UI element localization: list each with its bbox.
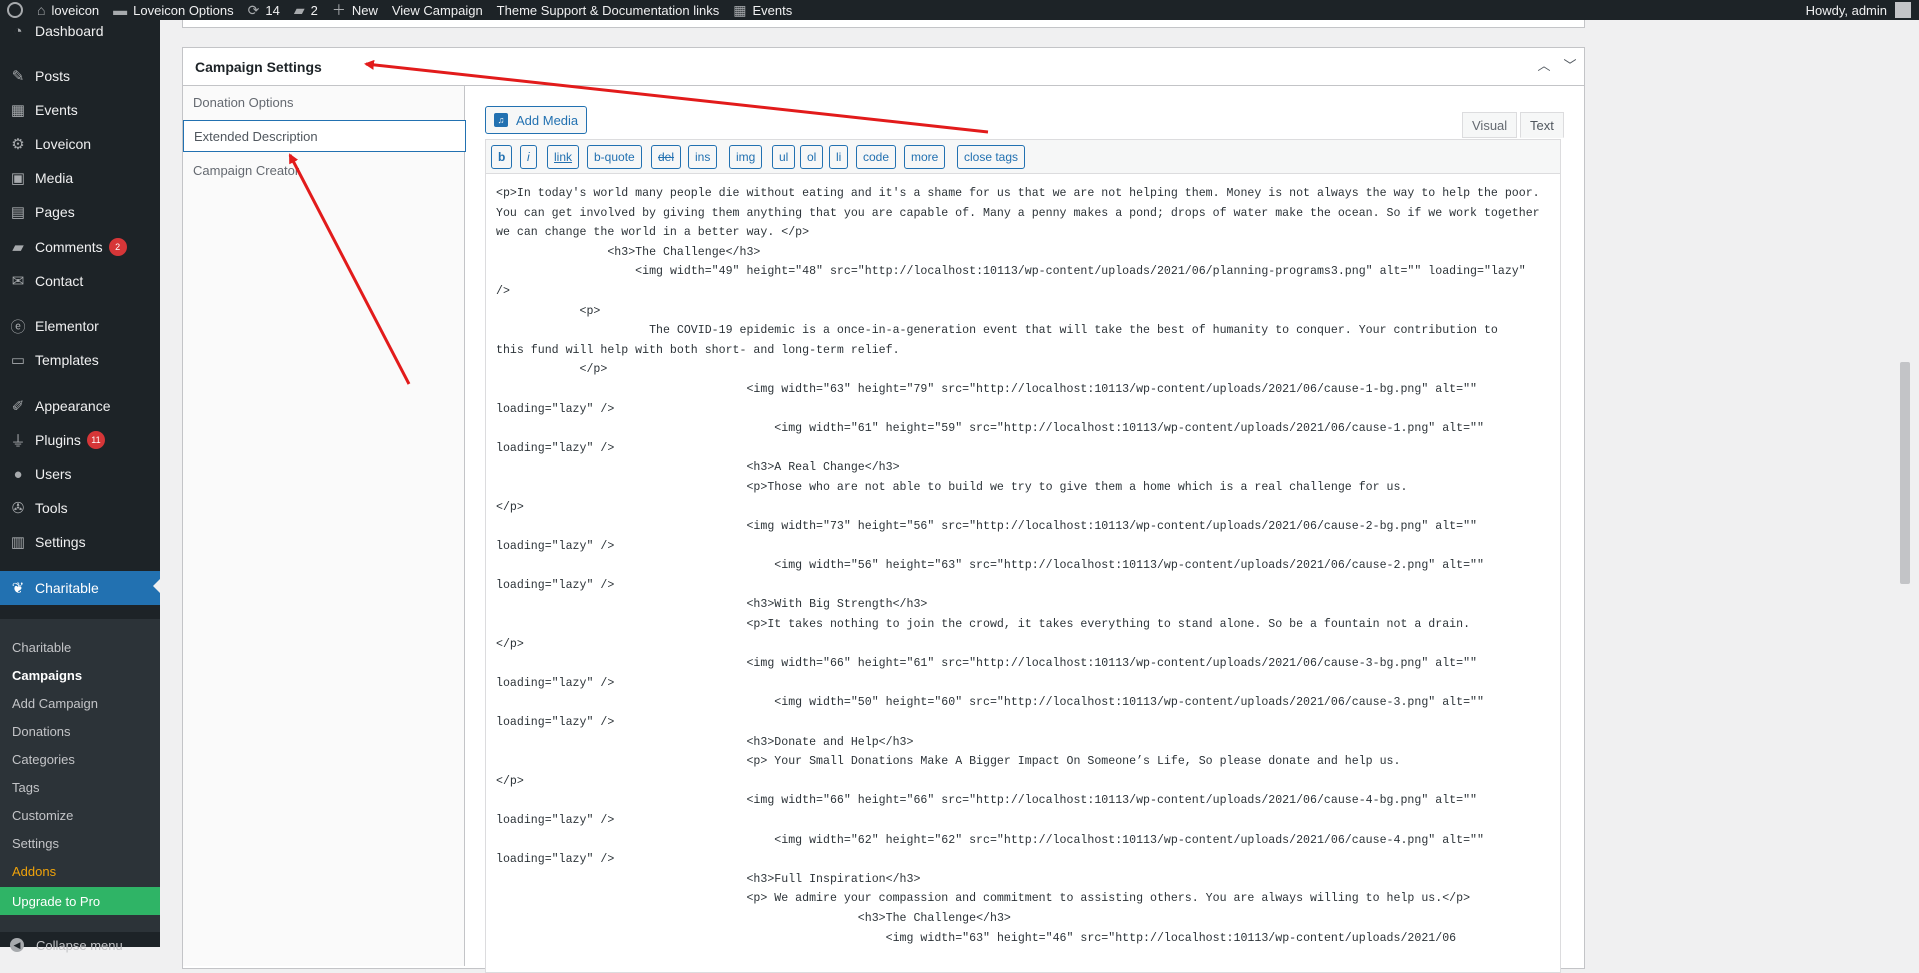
sidebar-item-posts[interactable]: ✎ Posts [0, 62, 160, 90]
view-campaign-link[interactable]: View Campaign [385, 0, 490, 20]
wrench-icon: ✇ [11, 500, 25, 517]
tab-visual[interactable]: Visual [1462, 112, 1518, 138]
sidebar-item-users[interactable]: ● Users [0, 460, 160, 488]
quicktag-ul-button[interactable]: ul [772, 145, 796, 169]
calendar-icon: ▦ [733, 2, 747, 18]
metabox-title: Campaign Settings [195, 59, 322, 75]
submenu-add-campaign[interactable]: Add Campaign [12, 696, 98, 711]
quicktag-bquote-button[interactable]: b-quote [587, 145, 642, 169]
charitable-submenu: Charitable Campaigns Add Campaign Donati… [0, 619, 160, 932]
sidebar-item-plugins[interactable]: ⏚ Plugins 11 [0, 426, 160, 454]
quicktag-italic-button[interactable]: i [520, 145, 537, 169]
sidebar-item-templates[interactable]: ▭ Templates [0, 346, 160, 374]
tab-text[interactable]: Text [1520, 112, 1564, 138]
submenu-categories[interactable]: Categories [12, 752, 75, 767]
submenu-customize[interactable]: Customize [12, 808, 73, 823]
gear-icon: ⚙ [11, 136, 25, 153]
account-menu[interactable]: Howdy, admin [1806, 2, 1919, 18]
tab-campaign-creator[interactable]: Campaign Creator [183, 154, 464, 186]
submenu-campaigns[interactable]: Campaigns [12, 668, 82, 683]
settings-tabs: Donation Options Extended Description Ca… [183, 86, 466, 966]
quicktag-img-button[interactable]: img [729, 145, 763, 169]
comments-count-badge: 2 [108, 238, 127, 256]
admin-sidebar: ◔ Dashboard ✎ Posts ▦ Events ⚙ Loveicon ▣ Med… [0, 17, 160, 953]
submenu-settings[interactable]: Settings [12, 836, 59, 851]
sidebar-item-pages[interactable]: ▤ Pages [0, 198, 160, 226]
user-icon: ● [13, 465, 23, 483]
sidebar-item-events[interactable]: ▦ Events [0, 96, 160, 124]
plugins-count-badge: 11 [86, 431, 105, 449]
comments-link[interactable]: ▰ 2 [287, 0, 325, 20]
quicktag-more-button[interactable]: more [904, 145, 946, 169]
campaign-settings-metabox: Campaign Settings ︿ ﹀ Donation Options E… [182, 47, 1585, 973]
site-name-link[interactable]: ⌂ loveicon [30, 0, 106, 20]
quicktag-li-button[interactable]: li [829, 145, 849, 169]
admin-bar: ⌂ loveicon ▬ Loveicon Options ⟳ 14 ▰ 2 ＋ New … [0, 0, 1919, 20]
refresh-icon: ⟳ [247, 2, 260, 18]
sidebar-item-tools[interactable]: ✇ Tools [0, 494, 160, 522]
plugin-icon: ⏚ [10, 432, 26, 450]
submenu-tags[interactable]: Tags [12, 780, 39, 795]
content-textarea[interactable]: <p>In today's world many people die with… [485, 173, 1561, 973]
folder-icon: ▭ [10, 352, 26, 369]
comment-icon: ▰ [293, 2, 305, 18]
updates-link[interactable]: ⟳ 14 [241, 0, 287, 20]
previous-metabox [182, 20, 1585, 28]
options-link[interactable]: ▬ Loveicon Options [106, 0, 240, 20]
page-scrollbar[interactable] [1900, 362, 1910, 584]
sidebar-item-comments[interactable]: ▰ Comments 2 [0, 233, 160, 261]
dashboard-icon: ◔ [13, 22, 23, 40]
media-icon: ▣ [10, 170, 26, 187]
quicktag-ol-button[interactable]: ol [800, 145, 824, 169]
comment-icon: ▰ [12, 239, 24, 256]
quicktag-del-button[interactable]: del [651, 145, 682, 169]
mail-icon: ✉ [11, 273, 25, 290]
chevron-up-icon[interactable]: ︿ [1535, 57, 1553, 75]
chevron-down-icon[interactable]: ﹀ [1561, 57, 1579, 75]
upgrade-to-pro-link[interactable]: Upgrade to Pro [0, 887, 160, 915]
sidebar-item-settings[interactable]: ▥ Settings [0, 528, 160, 556]
settings-icon: ▥ [10, 534, 26, 551]
active-menu-arrow [153, 579, 160, 593]
events-link[interactable]: ▦ Events [726, 0, 799, 20]
quicktag-code-button[interactable]: code [856, 145, 897, 169]
sidebar-item-contact[interactable]: ✉ Contact [0, 267, 160, 295]
submenu-charitable[interactable]: Charitable [12, 640, 71, 655]
add-media-button[interactable]: ♫ Add Media [485, 106, 587, 134]
sidebar-item-media[interactable]: ▣ Media [0, 164, 160, 192]
page-icon: ▤ [10, 204, 26, 221]
tab-donation-options[interactable]: Donation Options [183, 86, 464, 118]
wp-logo-menu[interactable] [0, 0, 30, 20]
avatar [1895, 2, 1911, 18]
metabox-header: Campaign Settings ︿ ﹀ [183, 48, 1584, 86]
brush-icon: ✐ [11, 398, 25, 415]
collapse-menu-button[interactable]: ◀ Collapse menu [0, 931, 160, 959]
theme-support-link[interactable]: Theme Support & Documentation links [490, 0, 727, 20]
tab-extended-description[interactable]: Extended Description [183, 120, 466, 152]
collapse-icon: ◀ [10, 938, 24, 952]
home-icon: ⌂ [37, 2, 46, 18]
sidebar-item-elementor[interactable]: ⓔ Elementor [0, 312, 160, 340]
sidebar-item-dashboard[interactable]: ◔ Dashboard [0, 17, 160, 45]
elementor-icon: ⓔ [10, 318, 26, 336]
submenu-donations[interactable]: Donations [12, 724, 71, 739]
calendar-icon: ▦ [10, 102, 26, 119]
sidebar-item-loveicon[interactable]: ⚙ Loveicon [0, 130, 160, 158]
quicktag-close-tags-button[interactable]: close tags [957, 145, 1026, 169]
quicktag-link-button[interactable]: link [547, 145, 580, 169]
folder-icon: ▬ [113, 2, 128, 18]
editor-content: <p>In today's world many people die with… [496, 187, 1540, 945]
quicktag-bold-button[interactable]: b [491, 145, 513, 169]
sidebar-item-appearance[interactable]: ✐ Appearance [0, 392, 160, 420]
quicktag-ins-button[interactable]: ins [688, 145, 718, 169]
charitable-icon: ❦ [11, 580, 25, 597]
pin-icon: ✎ [11, 68, 25, 85]
quicktags-toolbar: b i link b-quote del ins img ul ol li co… [485, 139, 1561, 174]
plus-icon: ＋ [331, 2, 346, 18]
sidebar-item-charitable[interactable]: ❦ Charitable [0, 571, 160, 605]
wordpress-icon [7, 2, 23, 18]
submenu-addons[interactable]: Addons [12, 864, 56, 879]
new-content-link[interactable]: ＋ New [325, 0, 385, 20]
media-icon: ♫ [494, 113, 508, 127]
